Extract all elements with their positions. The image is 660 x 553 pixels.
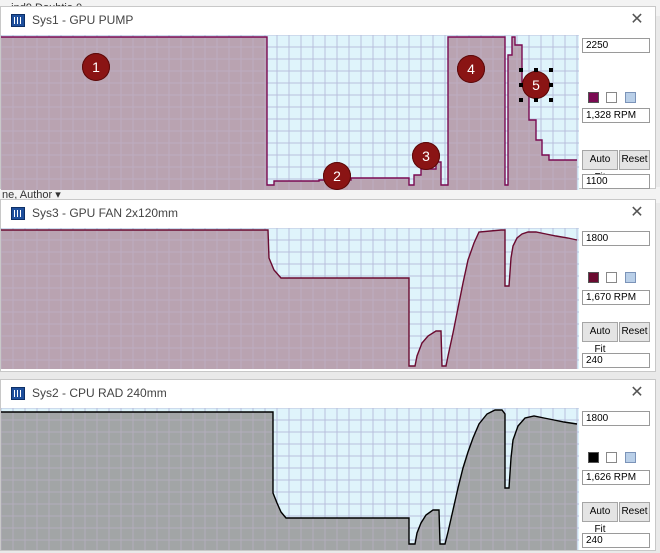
- annotation-marker-2: 2: [323, 162, 351, 190]
- chart-app-icon: [11, 387, 25, 400]
- background-color-swatch[interactable]: [606, 92, 617, 103]
- annotation-marker-3: 3: [412, 142, 440, 170]
- min-value-field[interactable]: 240: [582, 353, 650, 368]
- title-bar[interactable]: Sys3 - GPU FAN 2x120mm ✕: [1, 200, 655, 228]
- selection-handle[interactable]: [549, 98, 553, 102]
- close-button[interactable]: ✕: [627, 383, 647, 403]
- reset-button[interactable]: Reset: [619, 150, 650, 170]
- graph-window-sys1: Sys1 - GPU PUMP ✕ 2250 1,328 RPM Auto Fi…: [0, 6, 656, 190]
- annotation-marker-5[interactable]: 5: [522, 71, 550, 99]
- background-color-swatch[interactable]: [606, 272, 617, 283]
- selection-handle[interactable]: [549, 83, 553, 87]
- title-bar[interactable]: Sys2 - CPU RAD 240mm ✕: [1, 380, 655, 408]
- rpm-graph[interactable]: [1, 228, 579, 369]
- max-value-field[interactable]: 2250: [582, 38, 650, 53]
- selection-handle[interactable]: [519, 83, 523, 87]
- window-title: Sys2 - CPU RAD 240mm: [32, 386, 167, 400]
- graph-window-sys2: Sys2 - CPU RAD 240mm ✕ 1800 1,626 RPM Au…: [0, 379, 656, 551]
- line-color-swatch[interactable]: [588, 272, 599, 283]
- annotation-marker-4: 4: [457, 55, 485, 83]
- background-color-swatch[interactable]: [606, 452, 617, 463]
- close-button[interactable]: ✕: [627, 203, 647, 223]
- rpm-graph[interactable]: [1, 408, 579, 550]
- auto-fit-button[interactable]: Auto Fit: [582, 502, 618, 535]
- close-button[interactable]: ✕: [627, 10, 647, 30]
- selection-handle[interactable]: [519, 68, 523, 72]
- min-value-field[interactable]: 240: [582, 533, 650, 548]
- line-color-swatch[interactable]: [588, 92, 599, 103]
- reset-button[interactable]: Reset: [619, 322, 650, 342]
- auto-fit-button[interactable]: Auto Fit: [582, 150, 618, 183]
- max-value-field[interactable]: 1800: [582, 411, 650, 426]
- selection-handle[interactable]: [534, 98, 538, 102]
- grid-color-swatch[interactable]: [625, 452, 636, 463]
- selection-handle[interactable]: [534, 68, 538, 72]
- selection-handle[interactable]: [519, 98, 523, 102]
- selection-handle[interactable]: [549, 68, 553, 72]
- annotation-marker-1: 1: [82, 53, 110, 81]
- window-title: Sys1 - GPU PUMP: [32, 13, 134, 27]
- current-rpm-readout: 1,670 RPM: [582, 290, 650, 305]
- auto-fit-button[interactable]: Auto Fit: [582, 322, 618, 355]
- min-value-field[interactable]: 1100: [582, 174, 650, 189]
- current-rpm-readout: 1,328 RPM: [582, 108, 650, 123]
- window-title: Sys3 - GPU FAN 2x120mm: [32, 206, 179, 220]
- graph-window-sys3: Sys3 - GPU FAN 2x120mm ✕ 1800 1,670 RPM …: [0, 199, 656, 372]
- grid-color-swatch[interactable]: [625, 272, 636, 283]
- current-rpm-readout: 1,626 RPM: [582, 470, 650, 485]
- chart-app-icon: [11, 14, 25, 27]
- grid-color-swatch[interactable]: [625, 92, 636, 103]
- title-bar[interactable]: Sys1 - GPU PUMP ✕: [1, 7, 655, 35]
- reset-button[interactable]: Reset: [619, 502, 650, 522]
- line-color-swatch[interactable]: [588, 452, 599, 463]
- chart-app-icon: [11, 207, 25, 220]
- max-value-field[interactable]: 1800: [582, 231, 650, 246]
